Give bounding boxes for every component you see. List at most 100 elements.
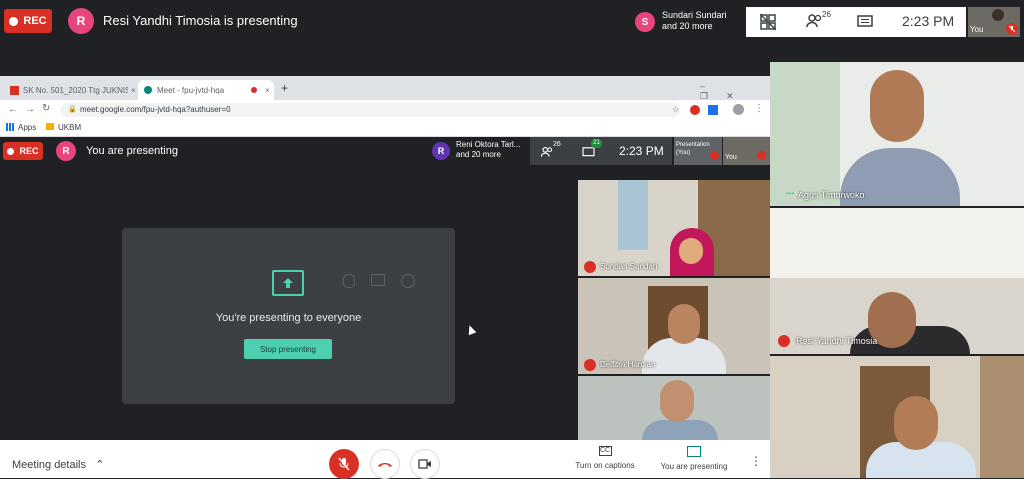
captions-label: Turn on captions bbox=[575, 461, 635, 470]
video-tile-resi[interactable]: Resi Yandhi Timosia bbox=[770, 208, 1024, 354]
star-icon[interactable]: ☆ bbox=[672, 105, 679, 114]
presenting-message: You're presenting to everyone bbox=[215, 312, 362, 324]
people-count: 26 bbox=[553, 141, 561, 148]
inner-clock-time: 2:23 PM bbox=[619, 144, 664, 158]
phone-hangup-icon bbox=[378, 463, 392, 467]
tile-name: Sundari Sundari bbox=[600, 262, 658, 271]
inner-chat-button[interactable]: 21 bbox=[582, 139, 606, 159]
forward-arrow-icon[interactable]: → bbox=[25, 104, 35, 115]
inner-presenter-status: You are presenting bbox=[86, 145, 178, 157]
wall-decor bbox=[618, 180, 648, 250]
mic-icon bbox=[343, 274, 355, 288]
mic-off-icon bbox=[710, 151, 719, 160]
chat-icon[interactable] bbox=[857, 15, 873, 29]
camera-toggle-button[interactable] bbox=[410, 449, 440, 479]
url-field[interactable]: 🔒 meet.google.com/fpu-jvtd-hqa?authuser=… bbox=[60, 103, 680, 117]
ceiling-background bbox=[770, 208, 1024, 278]
dim-controls bbox=[343, 274, 423, 290]
person-face bbox=[870, 70, 924, 142]
participant-name: Sundari Sundari bbox=[662, 10, 727, 20]
recording-label: REC bbox=[23, 15, 47, 27]
reload-icon[interactable]: ↻ bbox=[42, 103, 50, 114]
video-tile-fourth[interactable] bbox=[770, 356, 1024, 478]
top-controls: 26 2:23 PM bbox=[746, 7, 966, 37]
bookmark-ukbm[interactable]: UKBM bbox=[58, 123, 81, 132]
presenting-button[interactable]: You are presenting bbox=[656, 446, 732, 471]
back-arrow-icon[interactable]: ← bbox=[8, 104, 18, 115]
lock-icon: 🔒 bbox=[68, 106, 77, 113]
more-options-icon[interactable]: ⋮ bbox=[750, 454, 762, 468]
participant-more: and 20 more bbox=[662, 21, 713, 31]
participant-avatar: R bbox=[432, 142, 450, 160]
hang-up-button[interactable] bbox=[370, 449, 400, 479]
participants-preview[interactable]: S Sundari Sundari and 20 more bbox=[631, 7, 741, 37]
chat-count-badge: 21 bbox=[591, 139, 602, 148]
video-tile-delfitra[interactable]: Delfitra Hardian bbox=[578, 278, 770, 374]
mic-off-icon bbox=[338, 457, 350, 471]
person-face bbox=[894, 396, 938, 450]
pdf-icon bbox=[10, 85, 19, 95]
inner-recording-badge: REC bbox=[3, 142, 43, 160]
profile-icon[interactable] bbox=[733, 104, 744, 115]
chat-icon bbox=[582, 147, 595, 157]
self-tile-label: You bbox=[725, 154, 737, 161]
clock-time: 2:23 PM bbox=[902, 13, 955, 29]
person-face bbox=[668, 304, 700, 344]
tile-name: Delfitra Hardian bbox=[600, 360, 656, 369]
people-count: 26 bbox=[822, 10, 831, 19]
new-tab-icon[interactable]: + bbox=[281, 81, 288, 95]
window-controls[interactable]: –❐✕ bbox=[700, 81, 770, 102]
video-tile-third[interactable] bbox=[578, 376, 770, 440]
hangup-icon bbox=[401, 274, 415, 288]
inner-people-button[interactable]: 26 bbox=[540, 141, 564, 159]
closed-captions-icon: CC bbox=[598, 446, 612, 456]
video-tile-agus[interactable]: ••• Agus Timorwoko bbox=[770, 62, 1024, 206]
participant-avatar: S bbox=[635, 12, 655, 32]
present-screen-icon bbox=[272, 270, 304, 296]
camera-icon bbox=[371, 274, 385, 286]
record-dot-icon bbox=[9, 16, 19, 26]
captions-button[interactable]: CC Turn on captions bbox=[568, 446, 642, 470]
inner-self-tile[interactable]: You bbox=[723, 137, 770, 165]
door-background bbox=[980, 356, 1024, 478]
recording-badge: REC bbox=[4, 9, 52, 33]
top-bar: REC R Resi Yandhi Timosia is presenting … bbox=[0, 0, 1024, 46]
tile-name: Agus Timorwoko bbox=[798, 190, 865, 200]
bookmark-apps[interactable]: Apps bbox=[18, 123, 36, 132]
mic-toggle-button[interactable] bbox=[329, 449, 359, 479]
inner-participants-preview[interactable]: R Reni Oktora Tarl... and 20 more bbox=[430, 139, 526, 163]
inner-presentation-tile[interactable]: Presentation (You) bbox=[674, 137, 722, 165]
tab-label: SK No. 501_2020 Ttg JUKNIS PPDB bbox=[23, 85, 128, 95]
inner-top-controls: 26 21 2:23 PM bbox=[530, 137, 672, 165]
mic-off-icon bbox=[757, 151, 766, 160]
grid-layout-icon[interactable] bbox=[759, 13, 777, 31]
participant-more: and 20 more bbox=[456, 150, 501, 159]
present-screen-icon bbox=[687, 446, 701, 457]
browser-menu-icon[interactable]: ⋮ bbox=[754, 103, 764, 114]
bookmarks-bar: Apps UKBM bbox=[0, 120, 770, 137]
self-mic-off-icon bbox=[1006, 23, 1018, 35]
adblock-icon[interactable] bbox=[690, 105, 700, 115]
presenter-status: Resi Yandhi Timosia is presenting bbox=[103, 13, 298, 28]
browser-tab-pdf[interactable]: SK No. 501_2020 Ttg JUKNIS PPDB × bbox=[4, 80, 136, 100]
close-tab-icon[interactable]: × bbox=[265, 86, 270, 95]
close-tab-icon[interactable]: × bbox=[131, 86, 136, 95]
person-shirt bbox=[642, 420, 718, 440]
record-dot-icon bbox=[7, 147, 15, 155]
meeting-details-label: Meeting details bbox=[12, 459, 86, 471]
meet-favicon-icon bbox=[144, 86, 152, 94]
meeting-details-button[interactable]: Meeting details ⌃ bbox=[12, 458, 104, 471]
self-head bbox=[992, 9, 1004, 21]
recording-tab-icon bbox=[251, 87, 257, 93]
video-tile-sundari[interactable]: Sundari Sundari bbox=[578, 180, 770, 276]
browser-tab-meet[interactable]: Meet - fpu-jvtd-hqa × bbox=[138, 80, 274, 100]
tile-name: Resi Yandhi Timosia bbox=[796, 336, 878, 346]
mic-off-icon bbox=[778, 335, 790, 347]
address-bar-row: ← → ↻ 🔒 meet.google.com/fpu-jvtd-hqa?aut… bbox=[0, 100, 770, 120]
extension-icon[interactable] bbox=[708, 105, 718, 115]
recording-label: REC bbox=[19, 146, 39, 156]
people-button[interactable]: 26 bbox=[806, 10, 836, 31]
self-view-thumbnail[interactable]: You bbox=[968, 7, 1020, 37]
presentation-tile-label: Presentation (You) bbox=[676, 142, 710, 156]
stop-presenting-button[interactable]: Stop presenting bbox=[244, 339, 332, 359]
